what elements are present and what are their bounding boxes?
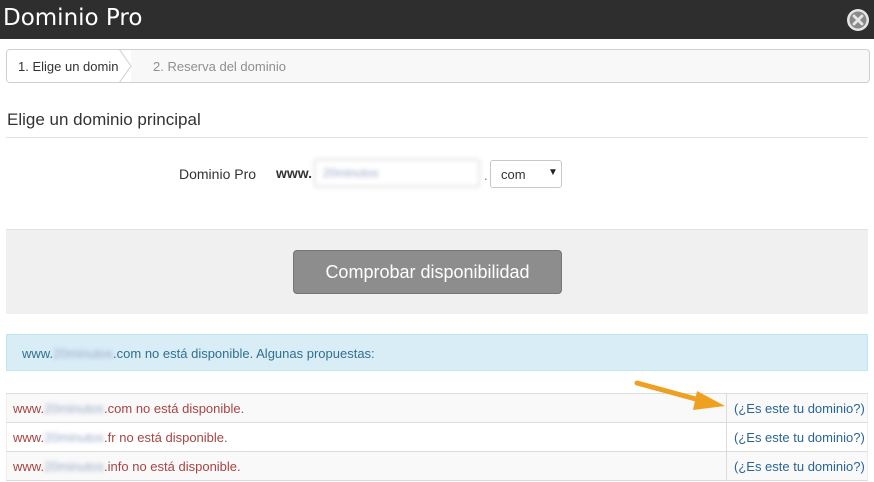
divider (6, 137, 868, 138)
dropdown-arrow-icon: ▼ (548, 167, 558, 178)
availability-alert: www.20minutos.com no está disponible. Al… (6, 334, 868, 371)
row-link-cell: (¿Es este tu dominio?) (726, 423, 869, 451)
window-title: Dominio Pro (3, 5, 143, 31)
row-link-cell: (¿Es este tu dominio?) (726, 452, 869, 480)
domain-field-label: Dominio Pro (179, 166, 257, 182)
wizard-step-2-label: 2. Reserva del dominio (153, 59, 286, 74)
alert-message: www.20minutos.com no está disponible. Al… (22, 346, 375, 361)
row-link-cell: (¿Es este tu dominio?) (726, 394, 869, 422)
alert-prefix: www. (22, 346, 54, 361)
section-heading: Elige un dominio principal (7, 110, 201, 129)
table-row: www.20minutos.fr no está disponible. (¿E… (6, 423, 868, 452)
www-prefix: www. (276, 165, 313, 181)
table-row: www.20minutos.info no está disponible. (… (6, 452, 868, 481)
tld-separator: . (484, 168, 488, 183)
action-panel: Comprobar disponibilidad (6, 229, 868, 314)
row-suffix: .info no está disponible. (104, 459, 241, 474)
results-table: www.20minutos.com no está disponible. (¿… (6, 393, 868, 481)
claim-domain-link[interactable]: (¿Es este tu dominio?) (734, 459, 865, 474)
tld-select[interactable]: com ▼ (490, 160, 562, 188)
alert-domain: 20minutos (53, 346, 114, 361)
title-bar: Dominio Pro (0, 0, 874, 39)
row-prefix: www. (13, 459, 45, 474)
row-prefix: www. (13, 430, 45, 445)
row-message: www.20minutos.fr no está disponible. (13, 430, 228, 445)
domain-input[interactable] (314, 159, 480, 187)
row-message: www.20minutos.com no está disponible. (13, 401, 244, 416)
chevron-right-icon (119, 50, 132, 82)
row-domain: 20minutos (44, 430, 105, 445)
claim-domain-link[interactable]: (¿Es este tu dominio?) (734, 430, 865, 445)
row-suffix: .fr no está disponible. (104, 430, 228, 445)
alert-suffix: .com no está disponible. Algunas propues… (113, 346, 375, 361)
check-availability-button[interactable]: Comprobar disponibilidad (293, 250, 562, 294)
close-circle-icon[interactable] (846, 8, 870, 32)
arrow-annotation-icon (634, 380, 725, 410)
wizard-steps: 1. Elige un dominio 2. Reserva del domin… (6, 49, 870, 83)
claim-domain-link[interactable]: (¿Es este tu dominio?) (734, 401, 865, 416)
tld-selected-value: com (501, 167, 526, 182)
row-message: www.20minutos.info no está disponible. (13, 459, 241, 474)
row-domain: 20minutos (44, 459, 105, 474)
row-domain: 20minutos (44, 401, 105, 416)
wizard-step-1[interactable]: 1. Elige un dominio (7, 50, 131, 82)
wizard-step-1-label: 1. Elige un dominio (18, 59, 129, 74)
row-suffix: .com no está disponible. (104, 401, 245, 416)
row-prefix: www. (13, 401, 45, 416)
table-row: www.20minutos.com no está disponible. (¿… (6, 394, 868, 423)
